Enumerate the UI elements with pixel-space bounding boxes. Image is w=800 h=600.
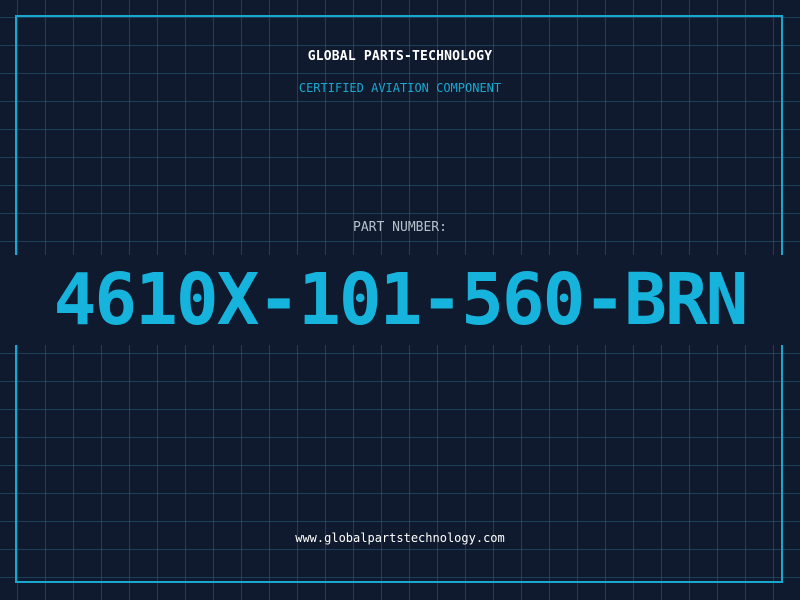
part-number-value: 4610X-101-560-BRN [0,255,800,345]
company-name: GLOBAL PARTS-TECHNOLOGY [307,49,493,64]
label-canvas: GLOBAL PARTS-TECHNOLOGY CERTIFIED AVIATI… [0,0,800,600]
tagline: CERTIFIED AVIATION COMPONENT [298,81,502,95]
part-number-label: PART NUMBER: [353,220,447,235]
website-url: www.globalpartstechnology.com [295,531,505,545]
